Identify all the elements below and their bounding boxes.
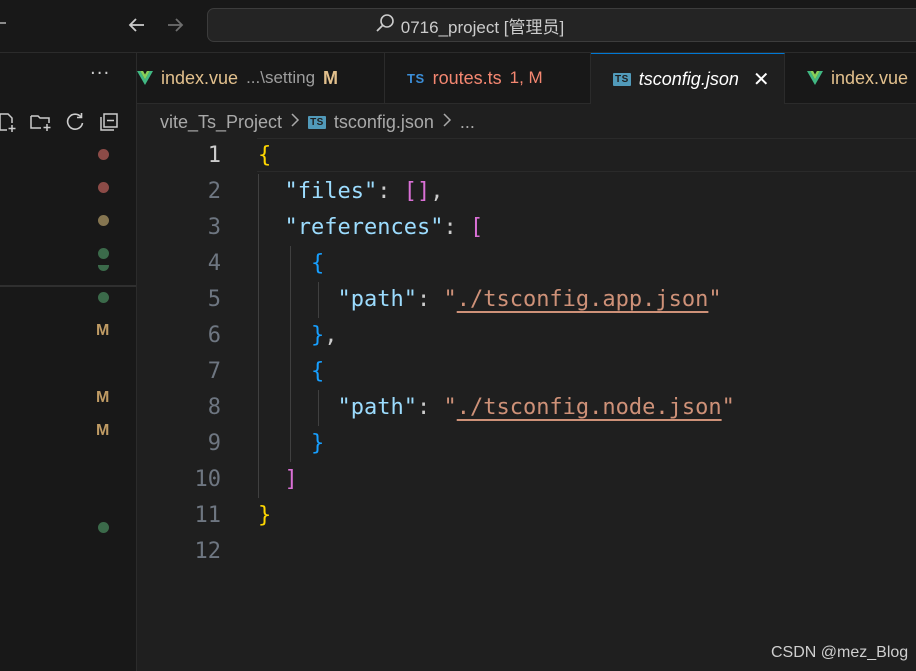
ts-icon: TS <box>613 72 631 86</box>
code-line: "path": "./tsconfig.node.json" <box>337 395 735 420</box>
line-number: 7 <box>207 359 221 384</box>
tab-label: tsconfig.json <box>638 68 739 89</box>
path-link[interactable]: ./tsconfig.node.json <box>457 395 722 420</box>
line-number: 6 <box>207 323 221 348</box>
tab-label: routes.ts <box>432 67 502 88</box>
command-center-search[interactable]: 0716_project [管理员] <box>207 8 916 42</box>
tab-label: index.vue <box>831 67 909 88</box>
line-number: 4 <box>207 251 221 276</box>
tab-modified-badge: M <box>323 67 339 88</box>
watermark: CSDN @mez_Blog <box>771 644 909 661</box>
untracked-dot <box>98 292 109 303</box>
command-center-text: 0716_project [管理员] <box>400 17 565 37</box>
line-number: 8 <box>207 395 221 420</box>
line-number: 12 <box>194 539 222 564</box>
untracked-dot <box>98 522 109 533</box>
breadcrumb-more[interactable]: ... <box>460 112 475 133</box>
tab-index-vue[interactable]: index.vue <box>785 53 916 103</box>
forward-arrow-icon[interactable] <box>162 12 188 38</box>
code-line: { <box>310 251 325 276</box>
refresh-icon[interactable] <box>62 109 88 135</box>
code-line: }, <box>310 323 338 348</box>
explorer-actions <box>0 109 122 135</box>
breadcrumb-project[interactable]: vite_Ts_Project <box>160 112 282 133</box>
line-number: 5 <box>207 287 221 312</box>
code-line: "references": [ <box>284 215 484 240</box>
menu-edge-icon <box>0 22 6 24</box>
code-line: { <box>310 359 325 384</box>
more-actions-button[interactable]: ··· <box>90 63 110 84</box>
tab-description: ...\setting <box>246 68 316 87</box>
ts-icon: TS <box>407 70 425 86</box>
line-number: 11 <box>194 503 222 528</box>
modified-badge: M <box>96 422 110 439</box>
chevron-right-icon <box>442 112 452 132</box>
editor-tabs: index.vue ...\setting M TS routes.ts 1, … <box>137 53 916 104</box>
tab-routes-ts[interactable]: TS routes.ts 1, M <box>385 53 591 103</box>
code-line: ] <box>284 467 298 492</box>
ts-icon: TS <box>308 115 326 129</box>
search-icon <box>375 13 395 37</box>
collapse-all-icon[interactable] <box>96 109 122 135</box>
tab-index-vue-setting[interactable]: index.vue ...\setting M <box>137 53 385 103</box>
breadcrumb: vite_Ts_Project TS tsconfig.json ... <box>160 107 475 137</box>
code-editor[interactable]: 1 2 3 4 5 6 7 8 9 10 11 12 { "files": []… <box>137 138 916 671</box>
breadcrumb-file[interactable]: tsconfig.json <box>334 112 434 133</box>
line-number: 1 <box>207 143 221 168</box>
path-link[interactable]: ./tsconfig.app.json <box>457 287 709 312</box>
new-folder-icon[interactable] <box>28 109 54 135</box>
tab-label: index.vue <box>161 67 239 88</box>
tab-problem-badge: 1, M <box>509 68 543 87</box>
warning-dot <box>98 215 109 226</box>
new-file-icon[interactable] <box>0 109 20 135</box>
code-line: "path": "./tsconfig.app.json" <box>337 287 722 312</box>
line-number: 2 <box>207 179 221 204</box>
code-line: "files": [], <box>284 179 444 204</box>
error-dot <box>98 149 109 160</box>
line-number: 9 <box>207 431 221 456</box>
sidebar-divider <box>0 285 136 287</box>
modified-badge: M <box>96 389 110 406</box>
line-number: 3 <box>207 215 221 240</box>
modified-badge: M <box>96 322 110 339</box>
code-line: { <box>258 143 272 168</box>
explorer-sidebar: ··· M M M <box>0 53 137 671</box>
error-dot <box>98 182 109 193</box>
vue-icon <box>807 70 823 86</box>
line-number: 10 <box>194 467 222 492</box>
untracked-dot <box>98 248 109 259</box>
code-line: } <box>258 503 272 528</box>
back-arrow-icon[interactable] <box>124 12 150 38</box>
code-line: } <box>310 431 325 456</box>
vue-icon <box>137 70 153 86</box>
close-icon[interactable]: ✕ <box>753 67 770 92</box>
current-line-highlight <box>257 138 916 172</box>
chevron-right-icon <box>290 112 300 132</box>
tab-tsconfig-json[interactable]: TS tsconfig.json ✕ <box>591 53 785 104</box>
title-bar: 0716_project [管理员] <box>0 0 916 53</box>
untracked-dot-partial <box>98 265 109 271</box>
